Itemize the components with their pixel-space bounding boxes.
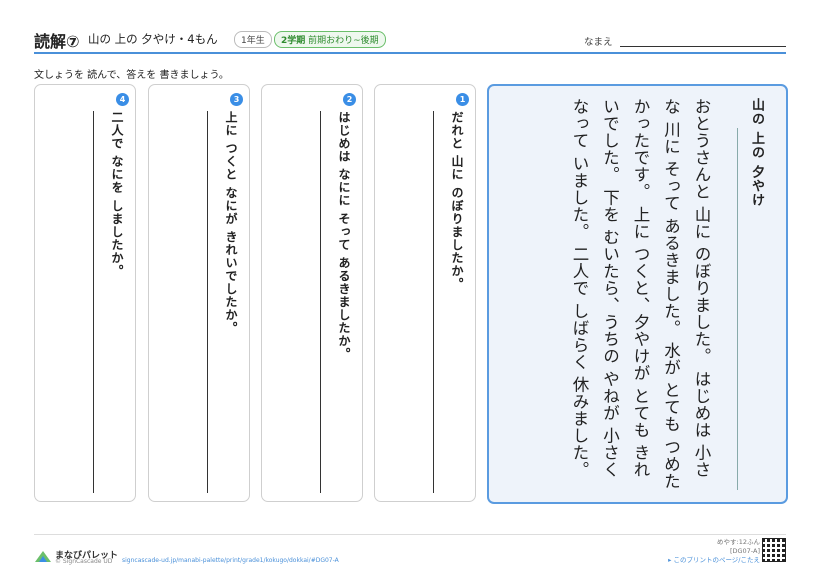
palette-logo-icon <box>35 551 51 562</box>
question-text: 上に つくと なにが きれいでしたか。 <box>224 111 238 335</box>
question-text: 二人で なにを しましたか。 <box>110 111 124 278</box>
story-divider <box>737 128 738 490</box>
answer-line[interactable] <box>93 111 94 493</box>
answer-line[interactable] <box>320 111 321 493</box>
name-line <box>620 46 786 47</box>
header: 読解⑦ 山の 上の 夕やけ・4もん 1年生 2学期 前期おわり~後期 なまえ <box>34 28 786 51</box>
page-subtitle: 山の 上の 夕やけ・4もん <box>88 32 218 46</box>
term-bold: 2学期 <box>281 36 306 46</box>
question-box-3: 3 上に つくと なにが きれいでしたか。 <box>148 84 250 502</box>
footer-meta: めやす:12ふん [DG07-A] ▸ このプリントのページ/こたえ <box>668 538 760 565</box>
story-text: おとうさんと 山に のぼりました。 はじめは 小さな 川に そって あるきました… <box>570 98 711 490</box>
answer-line[interactable] <box>433 111 434 493</box>
page-title: 読解⑦ <box>34 32 80 51</box>
worksheet-code: [DG07-A] <box>729 547 760 555</box>
story-box: 山の 上の 夕やけ おとうさんと 山に のぼりました。 はじめは 小さな 川に … <box>487 84 788 504</box>
question-text: だれと 山に のぼりましたか。 <box>450 111 464 291</box>
header-divider <box>34 52 786 54</box>
footer-url[interactable]: signcascade-ud.jp/manabi-palette/print/g… <box>122 557 339 564</box>
answer-line[interactable] <box>207 111 208 493</box>
grade-badge: 1年生 <box>234 31 272 48</box>
question-box-1: 1 だれと 山に のぼりましたか。 <box>374 84 476 502</box>
footer-divider <box>34 534 786 535</box>
question-number: 4 <box>116 93 129 106</box>
instruction: 文しょうを 読んで、答えを 書きましょう。 <box>34 70 229 81</box>
question-text: はじめは なにに そって あるきましたか。 <box>337 111 351 361</box>
name-label: なまえ <box>584 37 613 48</box>
footer-copyright: © SignCascade UD <box>55 558 113 565</box>
question-number: 1 <box>456 93 469 106</box>
time-estimate: めやす:12ふん <box>717 538 760 546</box>
question-box-2: 2 はじめは なにに そって あるきましたか。 <box>261 84 363 502</box>
answer-link[interactable]: ▸ このプリントのページ/こたえ <box>668 556 760 565</box>
question-box-4: 4 二人で なにを しましたか。 <box>34 84 136 502</box>
term-rest: 前期おわり~後期 <box>308 36 379 46</box>
qr-code-frame <box>762 538 786 562</box>
story-title: 山の 上の 夕やけ <box>749 98 764 208</box>
question-number: 3 <box>230 93 243 106</box>
question-number: 2 <box>343 93 356 106</box>
term-badge: 2学期 前期おわり~後期 <box>274 31 386 48</box>
